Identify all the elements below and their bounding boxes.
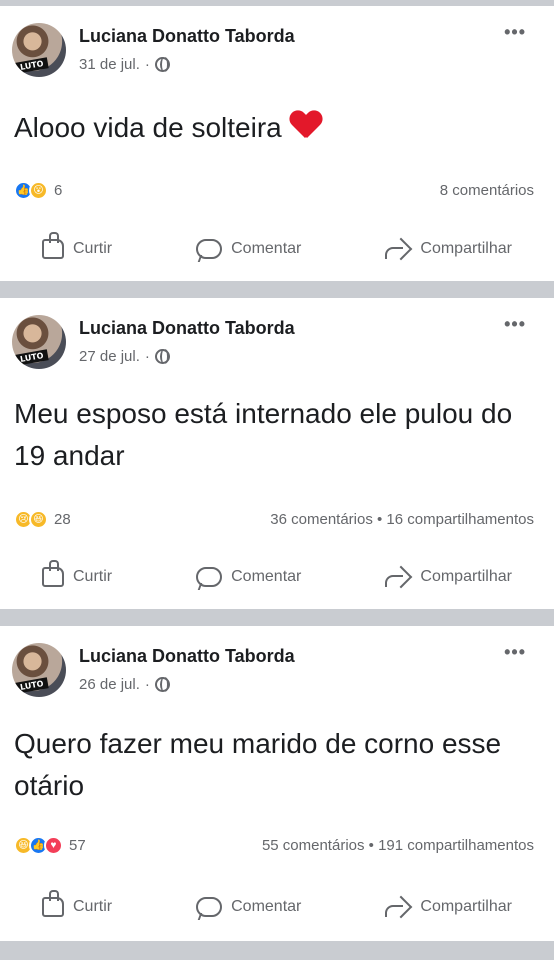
reaction-count: 6 [54,182,63,199]
reactions-summary[interactable]: 😆 👍 ♥ 57 [14,836,86,855]
love-reaction-icon: ♥ [44,836,63,855]
meta-separator: · [144,56,150,73]
thumbs-up-icon [42,890,64,917]
share-arrow-icon [385,897,411,917]
post-card: LUTO Luciana Donatto Taborda 27 de jul. … [0,298,554,609]
comments-shares-count[interactable]: 8 comentários [440,182,534,199]
post-text: Quero fazer meu marido de corno esse otá… [14,728,502,801]
avatar[interactable]: LUTO [12,315,66,369]
avatar[interactable]: LUTO [12,23,66,77]
comment-bubble-icon [196,567,223,587]
reactions-summary[interactable]: 👍 😮 6 [14,181,62,200]
feed-divider [0,281,554,298]
share-label: Compartilhar [420,898,512,915]
globe-icon [154,349,170,364]
feed-divider [0,609,554,626]
meta-separator: · [144,348,150,365]
comment-label: Comentar [231,568,302,585]
author-name[interactable]: Luciana Donatto Taborda [79,26,295,47]
thumbs-up-icon [42,560,64,587]
reaction-count: 28 [54,511,71,528]
red-heart-emoji-icon [290,111,322,141]
comments-shares-count[interactable]: 36 comentários • 16 compartilhamentos [270,511,534,528]
avatar-badge: LUTO [15,677,49,694]
post-card: LUTO Luciana Donatto Taborda 26 de jul. … [0,626,554,941]
action-bar: Curtir Comentar Compartilhar [0,232,554,259]
comment-label: Comentar [231,898,302,915]
more-options-icon[interactable]: ••• [504,22,526,43]
more-options-icon[interactable]: ••• [504,642,526,663]
post-date[interactable]: 27 de jul. [79,348,140,365]
share-button[interactable]: Compartilhar [385,239,512,259]
like-button[interactable]: Curtir [42,560,113,587]
post-stats: 😢 😆 28 36 comentários • 16 compartilhame… [14,510,534,529]
share-arrow-icon [385,567,411,587]
post-meta: 26 de jul. · [79,676,170,693]
author-name[interactable]: Luciana Donatto Taborda [79,318,295,339]
haha-reaction-icon: 😆 [29,510,48,529]
wow-reaction-icon: 😮 [29,181,48,200]
post-text: Alooo vida de solteira [14,107,540,149]
share-arrow-icon [385,239,411,259]
comment-button[interactable]: Comentar [196,239,301,259]
reactions-summary[interactable]: 😢 😆 28 [14,510,71,529]
post-text: Meu esposo está internado ele pulou do 1… [14,398,513,471]
avatar-badge: LUTO [15,57,49,74]
like-label: Curtir [73,568,113,585]
share-button[interactable]: Compartilhar [385,897,512,917]
author-name[interactable]: Luciana Donatto Taborda [79,646,295,667]
globe-icon [154,57,170,72]
like-label: Curtir [73,240,113,257]
post-date[interactable]: 26 de jul. [79,676,140,693]
more-options-icon[interactable]: ••• [504,314,526,335]
news-feed: LUTO Luciana Donatto Taborda 31 de jul. … [0,0,554,960]
comment-bubble-icon [196,239,223,259]
globe-icon [154,677,170,692]
share-label: Compartilhar [420,240,512,257]
post-card: LUTO Luciana Donatto Taborda 31 de jul. … [0,6,554,281]
post-message: Alooo vida de solteira [14,112,282,143]
like-button[interactable]: Curtir [42,890,113,917]
reaction-count: 57 [69,837,86,854]
post-date[interactable]: 31 de jul. [79,56,140,73]
avatar[interactable]: LUTO [12,643,66,697]
comment-button[interactable]: Comentar [196,897,301,917]
comments-shares-count[interactable]: 55 comentários • 191 compartilhamentos [262,837,534,854]
like-button[interactable]: Curtir [42,232,113,259]
comment-button[interactable]: Comentar [196,567,301,587]
like-label: Curtir [73,898,113,915]
post-meta: 31 de jul. · [79,56,170,73]
post-stats: 👍 😮 6 8 comentários [14,181,534,200]
action-bar: Curtir Comentar Compartilhar [0,890,554,917]
meta-separator: · [144,676,150,693]
comment-bubble-icon [196,897,223,917]
post-stats: 😆 👍 ♥ 57 55 comentários • 191 compartilh… [14,836,534,855]
action-bar: Curtir Comentar Compartilhar [0,560,554,587]
post-meta: 27 de jul. · [79,348,170,365]
comment-label: Comentar [231,240,302,257]
share-label: Compartilhar [420,568,512,585]
thumbs-up-icon [42,232,64,259]
feed-divider [0,941,554,960]
share-button[interactable]: Compartilhar [385,567,512,587]
avatar-badge: LUTO [15,349,49,366]
